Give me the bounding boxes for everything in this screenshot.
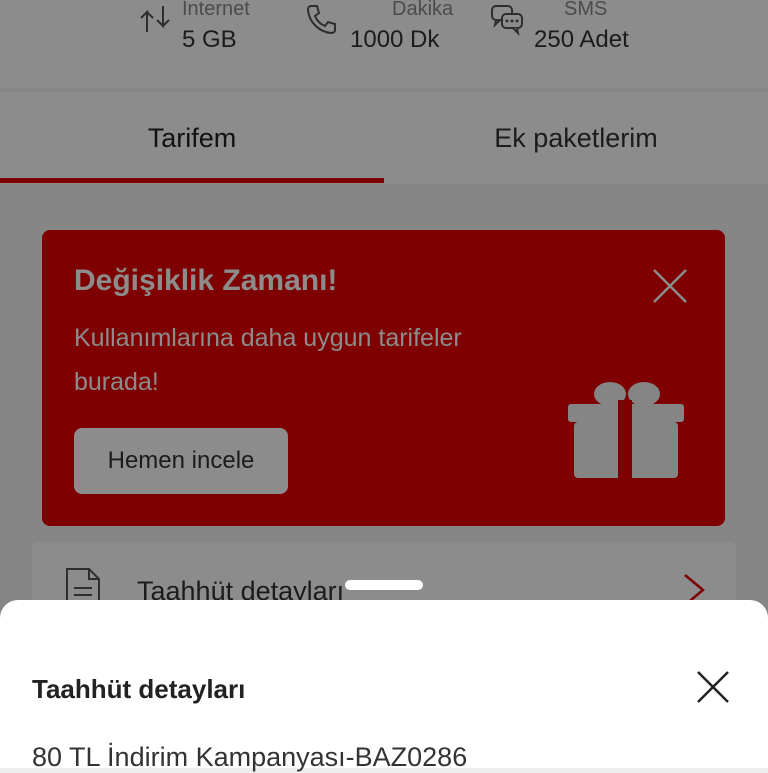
close-icon[interactable]: [696, 670, 730, 704]
sheet-drag-handle[interactable]: [345, 580, 423, 590]
sheet-title: Taahhüt detayları: [32, 674, 246, 704]
commitment-details-sheet: Taahhüt detayları 80 TL İndirim Kampanya…: [0, 600, 768, 772]
commitment-item: 80 TL İndirim Kampanyası-BAZ0286: [32, 742, 468, 772]
